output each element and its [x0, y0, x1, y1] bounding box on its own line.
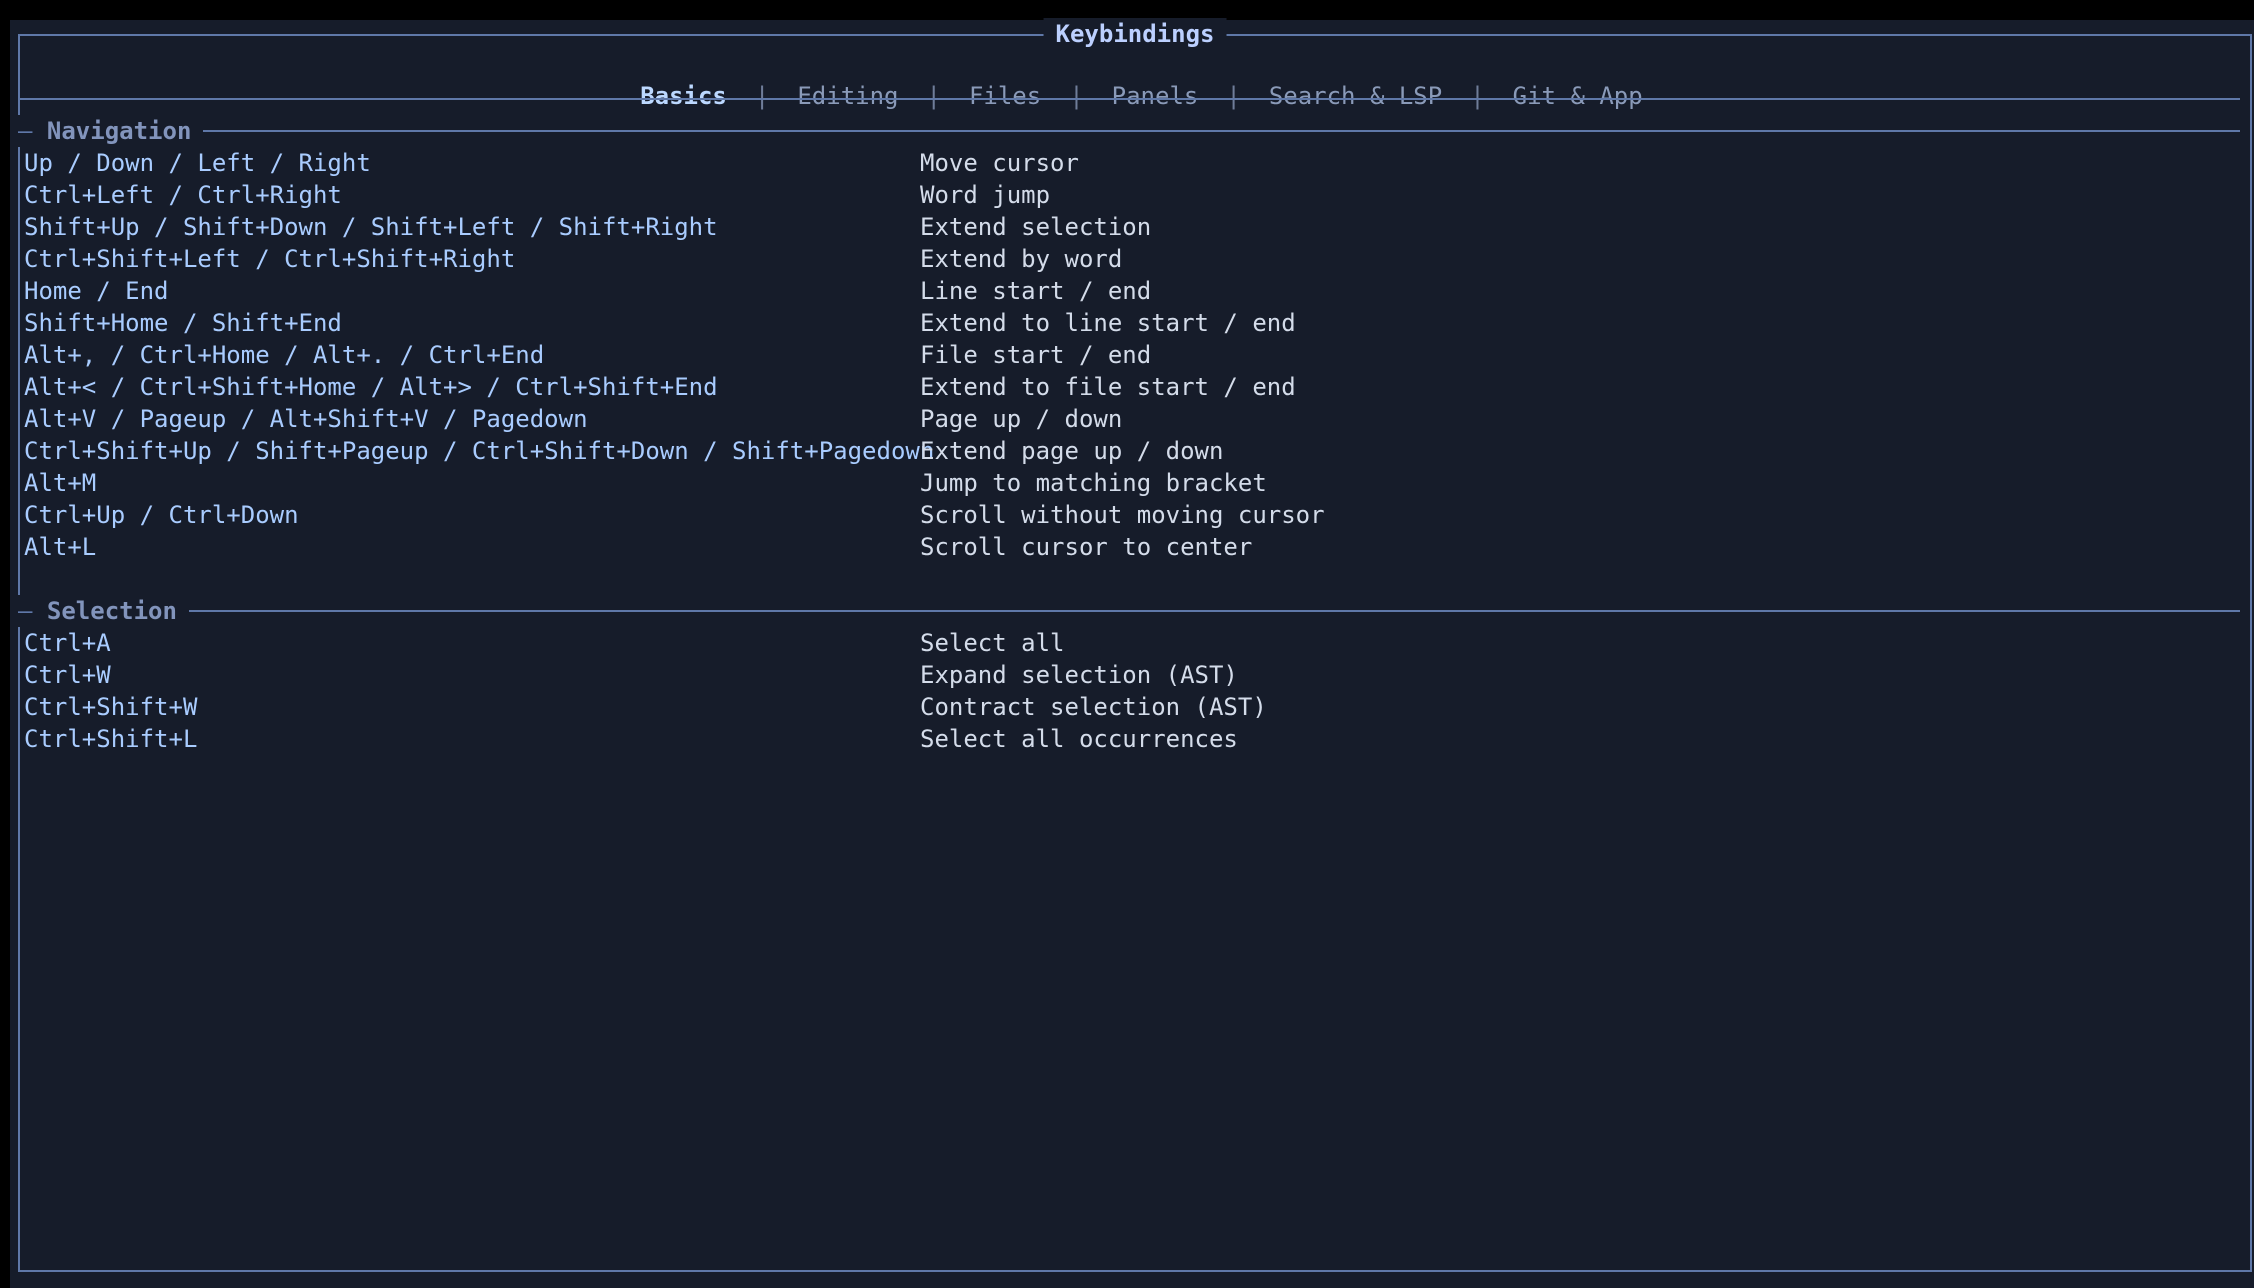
- keybinding-row: Alt+, / Ctrl+Home / Alt+. / Ctrl+End File…: [24, 339, 2224, 371]
- keybinding-row: Alt+L Scroll cursor to center: [24, 531, 2224, 563]
- keybinding-keys: Alt+V / Pageup / Alt+Shift+V / Pagedown: [24, 405, 588, 433]
- tab-panels[interactable]: Panels: [1112, 82, 1199, 110]
- keybinding-action: Line start / end: [920, 277, 1152, 305]
- tab-editing[interactable]: Editing: [797, 82, 898, 110]
- keybinding-row: Ctrl+Up / Ctrl+Down Scroll without moving…: [24, 499, 2224, 531]
- tab-separator: |: [926, 82, 941, 110]
- keybinding-keys: Alt+L: [24, 533, 97, 561]
- section-title-navigation: — Navigation: [18, 115, 204, 147]
- window-title: Keybindings: [1043, 18, 1227, 50]
- section-title-selection: — Selection: [18, 595, 189, 627]
- keybinding-keys: Alt+, / Ctrl+Home / Alt+. / Ctrl+End: [24, 341, 545, 369]
- section-title-text: Navigation: [46, 117, 192, 145]
- keybinding-keys: Shift+Home / Shift+End: [24, 309, 342, 337]
- tab-separator: |: [754, 82, 770, 110]
- keybinding-keys: Ctrl+Shift+Left / Ctrl+Shift+Right: [24, 245, 516, 273]
- tab-git-app[interactable]: Git & App: [1513, 82, 1643, 110]
- keybinding-action: Page up / down: [920, 405, 1123, 433]
- keybinding-action: File start / end: [920, 341, 1152, 369]
- keybinding-row: Alt+< / Ctrl+Shift+Home / Alt+> / Ctrl+S…: [24, 371, 2224, 403]
- keybinding-row: Ctrl+A Select all: [24, 627, 2224, 659]
- section-dash: —: [18, 117, 33, 145]
- keybinding-keys: Ctrl+A: [24, 629, 111, 657]
- section-title-text: Selection: [46, 597, 177, 625]
- tab-divider: [18, 98, 2240, 100]
- keybinding-row: Ctrl+Left / Ctrl+Right Word jump: [24, 179, 2224, 211]
- keybinding-row: Shift+Up / Shift+Down / Shift+Left / Shi…: [24, 211, 2224, 243]
- keybinding-row: Ctrl+Shift+Left / Ctrl+Shift+Right Extend…: [24, 243, 2224, 275]
- keybinding-action: Extend to line start / end: [920, 309, 1296, 337]
- keybinding-action: Scroll cursor to center: [920, 533, 1253, 561]
- keybinding-action: Extend selection: [920, 213, 1152, 241]
- keybinding-action: Select all: [920, 629, 1065, 657]
- keybinding-keys: Ctrl+Up / Ctrl+Down: [24, 501, 299, 529]
- keybinding-row: Ctrl+Shift+W Contract selection (AST): [24, 691, 2224, 723]
- keybinding-action: Expand selection (AST): [920, 661, 1238, 689]
- keybinding-action: Extend by word: [920, 245, 1123, 273]
- section-header-navigation: — Navigation: [18, 115, 2240, 147]
- keybinding-keys: Ctrl+Shift+L: [24, 725, 198, 753]
- keybinding-keys: Alt+M: [24, 469, 97, 497]
- keybinding-keys: Ctrl+Left / Ctrl+Right: [24, 181, 342, 209]
- keybinding-keys: Ctrl+Shift+Up / Shift+Pageup / Ctrl+Shif…: [24, 437, 935, 465]
- section-dash: —: [18, 597, 33, 625]
- keybinding-keys: Home / End: [24, 277, 169, 305]
- tab-separator: |: [1069, 82, 1084, 110]
- keybinding-row: Shift+Home / Shift+End Extend to line sta…: [24, 307, 2224, 339]
- keybinding-action: Word jump: [920, 181, 1051, 209]
- section-rule: [18, 130, 2240, 132]
- keybinding-action: Move cursor: [920, 149, 1079, 177]
- keybinding-row: Up / Down / Left / Right Move cursor: [24, 147, 2224, 179]
- keybinding-keys: Shift+Up / Shift+Down / Shift+Left / Shi…: [24, 213, 718, 241]
- keybinding-keys: Alt+< / Ctrl+Shift+Home / Alt+> / Ctrl+S…: [24, 373, 718, 401]
- tab-basics[interactable]: Basics: [640, 82, 727, 110]
- keybinding-keys: Ctrl+W: [24, 661, 111, 689]
- keybinding-action: Scroll without moving cursor: [920, 501, 1325, 529]
- section-rule: [18, 610, 2240, 612]
- keybinding-action: Extend to file start / end: [920, 373, 1296, 401]
- tab-search-lsp[interactable]: Search & LSP: [1269, 82, 1442, 110]
- keybinding-keys: Ctrl+Shift+W: [24, 693, 198, 721]
- keybinding-action: Extend page up / down: [920, 437, 1224, 465]
- keybinding-row: Ctrl+Shift+Up / Shift+Pageup / Ctrl+Shif…: [24, 435, 2224, 467]
- keybinding-row: Home / End Line start / end: [24, 275, 2224, 307]
- keybinding-action: Contract selection (AST): [920, 693, 1267, 721]
- keybinding-row: Alt+M Jump to matching bracket: [24, 467, 2224, 499]
- keybinding-row: Ctrl+W Expand selection (AST): [24, 659, 2224, 691]
- tab-bar: Basics | Editing | Files | Panels | Search & LSP…: [0, 48, 2254, 112]
- keybinding-action: Select all occurrences: [920, 725, 1238, 753]
- tab-separator: |: [1470, 82, 1485, 110]
- keybinding-action: Jump to matching bracket: [920, 469, 1267, 497]
- keybinding-row: Ctrl+Shift+L Select all occurrences: [24, 723, 2224, 755]
- section-header-selection: — Selection: [18, 595, 2240, 627]
- keybinding-keys: Up / Down / Left / Right: [24, 149, 371, 177]
- keybinding-row: Alt+V / Pageup / Alt+Shift+V / Pagedown P…: [24, 403, 2224, 435]
- tab-files[interactable]: Files: [969, 82, 1041, 110]
- tab-separator: |: [1226, 82, 1241, 110]
